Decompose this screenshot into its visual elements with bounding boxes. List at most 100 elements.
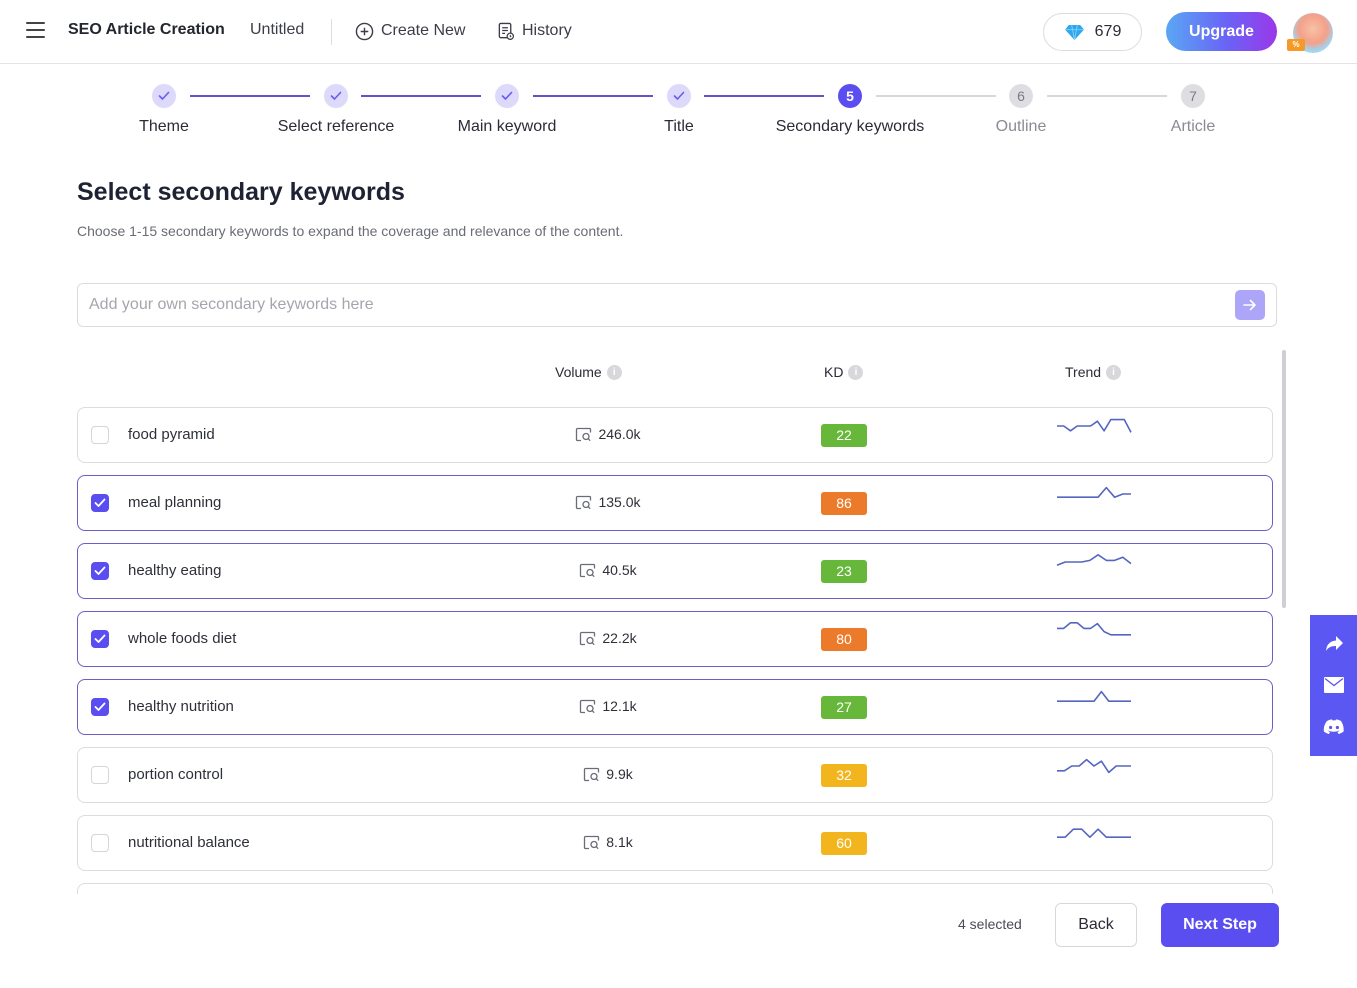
trend-line [1057, 418, 1132, 433]
keyword-row[interactable]: nutritional balance 8.1k 60 [77, 815, 1273, 871]
next-step-button[interactable]: Next Step [1161, 903, 1279, 947]
trend-sparkline [1057, 621, 1131, 636]
selected-count: 4 selected [958, 916, 1022, 932]
keyword-checkbox[interactable] [91, 562, 109, 580]
progress-stepper: Theme Select reference Main keyword Title 5 S… [0, 82, 1357, 142]
trend-sparkline [1057, 828, 1131, 838]
kd-badge: 32 [821, 764, 867, 787]
step-check-icon [495, 84, 519, 108]
keyword-row[interactable] [77, 883, 1273, 894]
keyword-text: nutritional balance [128, 834, 250, 851]
history-icon [498, 22, 515, 40]
step-check-icon [152, 84, 176, 108]
step-label: Main keyword [457, 118, 557, 135]
volume-header-label: Volume [555, 364, 602, 380]
step-4[interactable]: Title [579, 82, 779, 136]
step-5[interactable]: 5 Secondary keywords [750, 82, 950, 136]
search-volume-value: 9.9k [606, 766, 633, 782]
search-volume-icon [576, 495, 592, 509]
discount-badge: % [1287, 39, 1305, 51]
kd-info-icon[interactable]: i [848, 364, 864, 380]
trend-sparkline [1057, 690, 1131, 702]
step-check-icon [667, 84, 691, 108]
step-label: Outline [995, 118, 1047, 135]
create-new-label: Create New [381, 22, 466, 39]
discord-button[interactable] [1322, 715, 1346, 739]
checkmark-icon [94, 702, 106, 711]
search-volume-icon [580, 563, 596, 577]
user-avatar[interactable]: % [1287, 13, 1333, 53]
keyword-text: portion control [128, 766, 224, 783]
keyword-row[interactable]: healthy eating 40.5k 23 [77, 543, 1273, 599]
search-volume: 246.0k [558, 426, 658, 442]
volume-info-icon[interactable]: i [606, 364, 622, 380]
step-check-icon [324, 84, 348, 108]
keyword-row[interactable]: portion control 9.9k 32 [77, 747, 1273, 803]
keyword-checkbox[interactable] [91, 630, 109, 648]
keyword-row[interactable]: meal planning 135.0k 86 [77, 475, 1273, 531]
trend-line [1057, 486, 1131, 498]
diamond-icon [1064, 24, 1084, 40]
plus-circle-icon [355, 22, 374, 40]
share-icon [1325, 635, 1343, 651]
document-name[interactable]: Untitled [250, 21, 304, 39]
side-share-dock [1310, 615, 1357, 756]
keyword-input-box [77, 283, 1277, 327]
list-scrollbar[interactable] [1282, 350, 1286, 608]
keyword-row[interactable]: whole foods diet 22.2k 80 [77, 611, 1273, 667]
step-7[interactable]: 7 Article [1093, 82, 1293, 136]
keyword-text: meal planning [128, 494, 222, 511]
email-button[interactable] [1322, 673, 1346, 697]
keyword-row[interactable]: healthy nutrition 12.1k 27 [77, 679, 1273, 735]
keyword-checkbox[interactable] [91, 426, 109, 444]
keyword-text: healthy nutrition [128, 698, 234, 715]
app-title: SEO Article Creation [68, 21, 225, 38]
search-volume-value: 12.1k [602, 698, 637, 714]
mail-icon [1323, 677, 1344, 694]
search-volume-icon [580, 699, 596, 713]
search-volume-value: 246.0k [598, 426, 641, 442]
kd-badge: 23 [821, 560, 867, 583]
column-header-volume: Volume i [555, 364, 622, 380]
step-label: Title [664, 118, 694, 135]
step-label: Theme [139, 118, 189, 135]
step-2[interactable]: Select reference [236, 82, 436, 136]
page-subtitle: Choose 1-15 secondary keywords to expand… [77, 223, 624, 239]
kd-badge: 22 [821, 424, 867, 447]
custom-keyword-input[interactable] [89, 284, 1229, 326]
step-label: Article [1170, 118, 1216, 135]
trend-line [1057, 828, 1131, 838]
kd-badge: 80 [821, 628, 867, 651]
keyword-text: healthy eating [128, 562, 222, 579]
step-6[interactable]: 6 Outline [921, 82, 1121, 136]
credits-balance[interactable]: 679 [1043, 13, 1142, 51]
keyword-checkbox[interactable] [91, 494, 109, 512]
trend-line [1057, 758, 1131, 774]
add-keyword-button[interactable] [1235, 290, 1265, 320]
column-header-trend: Trend i [1065, 364, 1122, 380]
menu-icon[interactable] [26, 22, 45, 40]
search-volume-icon [576, 427, 592, 441]
step-3[interactable]: Main keyword [407, 82, 607, 136]
keyword-checkbox[interactable] [91, 766, 109, 784]
search-volume-icon [584, 835, 600, 849]
step-number: 7 [1181, 84, 1205, 108]
back-button[interactable]: Back [1055, 903, 1137, 947]
arrow-right-icon [1243, 299, 1256, 311]
share-button[interactable] [1322, 632, 1346, 656]
upgrade-button[interactable]: Upgrade [1166, 12, 1277, 51]
history-button[interactable]: History [497, 19, 572, 43]
create-new-button[interactable]: Create New [355, 19, 465, 43]
search-volume: 9.9k [558, 766, 658, 782]
trend-info-icon[interactable]: i [1106, 364, 1122, 380]
keyword-row[interactable]: food pyramid 246.0k 22 [77, 407, 1273, 463]
kd-header-label: KD [824, 364, 844, 380]
keyword-checkbox[interactable] [91, 698, 109, 716]
trend-line [1056, 553, 1132, 566]
checkmark-icon [94, 498, 106, 507]
trend-sparkline [1057, 486, 1131, 498]
step-1[interactable]: Theme [64, 82, 264, 136]
header-divider [331, 19, 332, 45]
checkmark-icon [94, 634, 106, 643]
keyword-checkbox[interactable] [91, 834, 109, 852]
